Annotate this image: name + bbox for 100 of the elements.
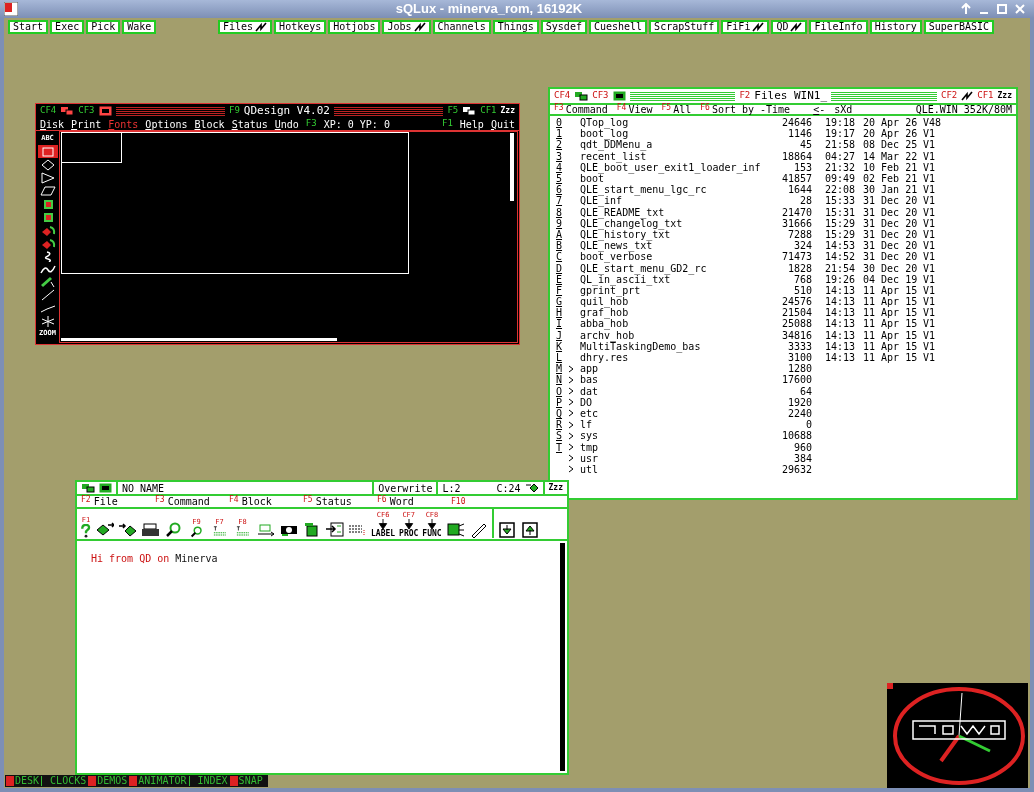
file-row[interactable]: M app 1280 bbox=[556, 363, 1016, 375]
horizontal-scrollbar-thumb[interactable] bbox=[61, 338, 337, 341]
file-name: QLE_changelog_txt bbox=[580, 217, 684, 229]
vertical-scrollbar[interactable] bbox=[560, 543, 565, 771]
text-area[interactable]: Hi from QD on Minerva bbox=[77, 541, 567, 773]
sleep-button[interactable]: Zzz bbox=[997, 90, 1012, 102]
file-row[interactable]: R lf 0 bbox=[556, 419, 1016, 431]
up-arrow-icon[interactable] bbox=[960, 3, 972, 15]
menu-bar-item[interactable]: History bbox=[869, 20, 922, 34]
menu-item[interactable]: Quit bbox=[490, 116, 515, 132]
menu-item[interactable]: Fonts bbox=[108, 116, 139, 132]
row-key: 2 bbox=[556, 139, 568, 151]
file-row[interactable]: D QLE_start_menu_GD2_rc 1828 21:54 30 Dec 20 V1 bbox=[556, 262, 1016, 274]
file-row[interactable]: E QL_in_ascii_txt 768 19:26 04 Dec 19 V1 bbox=[556, 273, 1016, 285]
taskbar-item[interactable]: INDEX bbox=[187, 776, 229, 786]
menu-bar-item[interactable]: Exec bbox=[50, 20, 85, 34]
menu-item[interactable]: Disk bbox=[40, 116, 65, 132]
menu-bar-item[interactable]: ScrapStuff bbox=[649, 20, 720, 34]
menu-item[interactable]: Print bbox=[71, 116, 102, 132]
maximize-icon[interactable] bbox=[996, 3, 1008, 15]
menu-bar-item[interactable]: Hotjobs bbox=[328, 20, 381, 34]
file-row[interactable]: 5 boot 41857 09:49 02 Feb 21 V1 bbox=[556, 172, 1016, 185]
menu-item[interactable]: F6 Word bbox=[377, 494, 451, 509]
menu-bar-item[interactable]: Sysdef bbox=[540, 20, 587, 34]
close-icon[interactable] bbox=[1014, 3, 1026, 15]
taskbar-item[interactable]: CLOCKS bbox=[40, 776, 88, 786]
menu-item[interactable]: sXd bbox=[834, 102, 853, 117]
file-row[interactable]: 3 recent_list 18864 04:27 14 Mar 22 V1 bbox=[556, 150, 1016, 162]
window-icon[interactable] bbox=[98, 106, 112, 116]
file-row[interactable]: H graf_hob 21504 14:13 11 Apr 15 V1 bbox=[556, 307, 1016, 319]
menu-bar-item[interactable]: Pick bbox=[86, 20, 121, 34]
file-row[interactable]: C boot_verbose 71473 14:52 31 Dec 20 V1 bbox=[556, 251, 1016, 263]
menu-bar-item[interactable]: FiFi bbox=[721, 20, 770, 34]
menu-item[interactable]: Undo bbox=[274, 116, 299, 132]
file-row[interactable]: usr 384 bbox=[556, 452, 1016, 464]
file-row[interactable]: utl 29632 bbox=[556, 463, 1016, 475]
back-button[interactable]: <- bbox=[813, 102, 826, 117]
file-row[interactable]: K MultiTaskingDemo_bas 3333 14:13 11 Apr 15 V1 bbox=[556, 340, 1016, 352]
file-row[interactable]: 6 QLE_start_menu_lgc_rc 1644 22:08 30 Jan 21 V1 bbox=[556, 184, 1016, 196]
menu-bar-item[interactable]: SuperBASIC bbox=[923, 20, 994, 34]
file-row[interactable]: N bas 17600 bbox=[556, 374, 1016, 386]
file-row[interactable]: 0 QTop_log 24646 19:18 20 Apr 26 V48 bbox=[556, 117, 1016, 129]
parallelogram-tool[interactable] bbox=[37, 184, 58, 197]
menu-bar-item[interactable]: QD bbox=[771, 20, 808, 34]
file-row[interactable]: I abba_hob 25088 14:13 11 Apr 15 V1 bbox=[556, 318, 1016, 330]
sleep-button[interactable]: Zzz bbox=[542, 482, 563, 494]
menu-item[interactable]: Status bbox=[231, 116, 268, 132]
menu-item[interactable]: Help bbox=[459, 116, 484, 132]
file-row[interactable]: Q etc 2240 bbox=[556, 407, 1016, 420]
file-row[interactable]: A QLE_history_txt 7288 15:29 31 Dec 20 V1 bbox=[556, 228, 1016, 241]
file-row[interactable]: G quil_hob 24576 14:13 11 Apr 15 V1 bbox=[556, 296, 1016, 308]
file-row[interactable]: 1 boot_log 1146 19:17 20 Apr 26 V1 bbox=[556, 128, 1016, 140]
file-row[interactable]: J archv_hob 34816 14:13 11 Apr 15 V1 bbox=[556, 329, 1016, 341]
sleep-button[interactable]: Zzz bbox=[500, 105, 515, 117]
menu-item[interactable]: F2 File bbox=[81, 494, 155, 509]
menu-item[interactable]: F4 Block bbox=[229, 494, 303, 509]
lightning-icon[interactable] bbox=[752, 22, 765, 32]
windows-stack-icon[interactable] bbox=[574, 91, 589, 101]
vertical-scrollbar-thumb[interactable] bbox=[510, 133, 514, 201]
windows-stack-icon[interactable] bbox=[462, 106, 477, 116]
menu-bar-item[interactable]: Start bbox=[8, 20, 49, 34]
file-row[interactable]: S sys 10688 bbox=[556, 430, 1016, 442]
file-row[interactable]: P DO 1920 bbox=[556, 396, 1016, 408]
file-row[interactable]: 9 QLE_changelog_txt 31666 15:29 31 Dec 20 V1 bbox=[556, 217, 1016, 229]
file-row[interactable]: 4 QLE_boot_user_exit1_loader_inf 153 21:32 10 Feb 21 V1 bbox=[556, 161, 1016, 173]
rectangle-tool[interactable] bbox=[37, 145, 58, 158]
lightning-icon[interactable] bbox=[255, 22, 268, 32]
file-row[interactable]: F gprint_prt 510 14:13 11 Apr 15 V1 bbox=[556, 284, 1016, 296]
file-row[interactable]: 7 QLE_inf 28 15:33 31 Dec 20 V1 bbox=[556, 195, 1016, 207]
menu-bar-item[interactable]: FileInfo bbox=[809, 20, 868, 34]
menu-bar-item[interactable]: Cueshell bbox=[588, 20, 648, 34]
menu-item[interactable]: F5 Status bbox=[303, 494, 377, 509]
menu-bar-item[interactable]: Files bbox=[218, 20, 273, 34]
taskbar-item[interactable]: SNAP bbox=[228, 776, 264, 786]
menu-item[interactable]: Options bbox=[145, 116, 188, 132]
lightning-icon[interactable] bbox=[790, 22, 803, 32]
menu-item[interactable]: F10 bbox=[451, 495, 525, 508]
taskbar-item[interactable]: DESK bbox=[5, 776, 41, 786]
arrow-diamond-icon[interactable] bbox=[524, 483, 539, 493]
file-row[interactable]: B QLE_news_txt 324 14:53 31 Dec 20 V1 bbox=[556, 240, 1016, 252]
file-row[interactable]: T tmp 960 bbox=[556, 441, 1016, 453]
toolbar-button[interactable] bbox=[491, 508, 517, 538]
window-icon[interactable] bbox=[99, 483, 112, 493]
menu-item[interactable]: Block bbox=[194, 116, 225, 132]
lightning-icon[interactable] bbox=[413, 22, 426, 32]
menu-bar-item[interactable]: Wake bbox=[122, 20, 157, 34]
menu-bar-item[interactable]: Channels bbox=[432, 20, 491, 34]
windows-stack-icon[interactable] bbox=[81, 483, 95, 493]
menu-bar-item[interactable]: Things bbox=[492, 20, 539, 34]
file-row[interactable]: O dat 64 bbox=[556, 385, 1016, 397]
menu-bar-item[interactable]: Hotkeys bbox=[274, 20, 327, 34]
windows-stack-icon[interactable] bbox=[60, 106, 75, 116]
file-row[interactable]: 2 qdt_DDMenu_a 45 21:58 08 Dec 25 V1 bbox=[556, 139, 1016, 151]
menu-item[interactable]: F3 Command bbox=[155, 494, 229, 509]
menu-bar-item[interactable]: Jobs bbox=[382, 20, 431, 34]
window-icon[interactable] bbox=[612, 91, 626, 101]
taskbar-item[interactable]: ANIMATOR bbox=[128, 776, 188, 786]
file-row[interactable]: 8 QLE_README_txt 21470 15:31 31 Dec 20 V1 bbox=[556, 206, 1016, 218]
taskbar-item[interactable]: DEMOS bbox=[87, 776, 129, 786]
lightning-icon[interactable] bbox=[961, 91, 974, 101]
